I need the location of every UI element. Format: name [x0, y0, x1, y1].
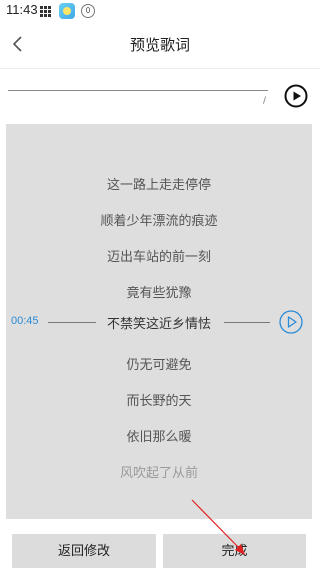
- lyric-line: 依旧那么暖: [126, 430, 192, 445]
- status-time: 11:43: [6, 2, 38, 17]
- seek-play-icon[interactable]: [278, 309, 304, 335]
- app-notification-icon: [59, 3, 75, 19]
- lyric-line-faded: 风吹起了从前: [119, 466, 198, 481]
- status-bar: 11:43 0: [0, 0, 320, 22]
- page-title: 预览歌词: [129, 36, 190, 54]
- lyric-line: 迈出车站的前一刻: [106, 250, 211, 265]
- notification-count-badge: 0: [81, 4, 95, 18]
- play-icon[interactable]: [284, 84, 308, 108]
- lyrics-preview-panel[interactable]: 这一路上走走停停 顺着少年漂流的痕迹 迈出车站的前一刻 竟有些犹豫 00:45 …: [6, 124, 312, 519]
- lyric-line: 顺着少年漂流的痕迹: [100, 214, 218, 229]
- done-button[interactable]: 完成: [163, 534, 306, 568]
- lyric-line: 仍无可避免: [126, 358, 192, 373]
- app-grid-icon: [40, 6, 51, 17]
- nav-bar: 预览歌词: [0, 22, 320, 69]
- guide-line-right: [224, 322, 270, 323]
- lyric-line: 这一路上走走停停: [106, 178, 211, 193]
- lyric-line: 竟有些犹豫: [126, 286, 192, 301]
- audio-waveform-track[interactable]: /: [8, 90, 268, 110]
- back-to-edit-button[interactable]: 返回修改: [12, 534, 156, 568]
- track-line: [8, 90, 268, 91]
- current-lyric-row: 00:45 不禁笑这近乡情怯: [6, 309, 312, 335]
- lyric-line: 而长野的天: [126, 394, 192, 409]
- track-end-marker: /: [262, 96, 266, 106]
